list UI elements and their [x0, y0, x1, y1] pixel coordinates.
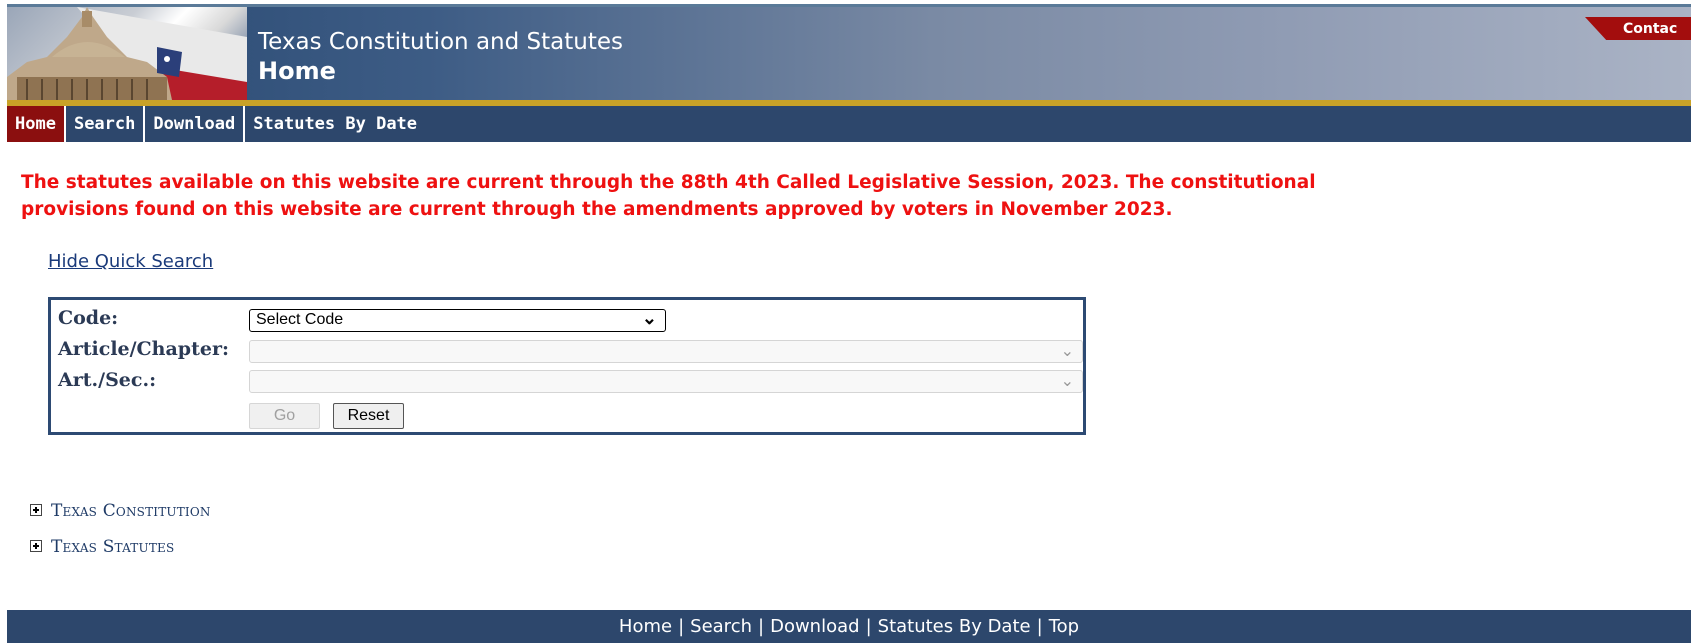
expand-plus-icon[interactable]: [30, 539, 42, 552]
footer-link-top[interactable]: Top: [1049, 616, 1079, 637]
tree-item-label: Texas Statutes: [51, 537, 175, 557]
tree-item-texas-constitution[interactable]: Texas Constitution: [30, 501, 211, 521]
capitol-flag-logo: [7, 7, 247, 100]
footer-link-home[interactable]: Home: [619, 616, 672, 637]
quick-search-panel: Code: Select Code ⌄ Article/Chapter: ⌄ A…: [48, 297, 1086, 435]
footer-link-download[interactable]: Download: [770, 616, 859, 637]
article-chapter-label: Article/Chapter:: [58, 338, 229, 360]
page-title: Home: [258, 57, 336, 85]
main-nav: Home Search Download Statutes By Date: [7, 106, 1691, 142]
hide-quick-search-link[interactable]: Hide Quick Search: [48, 251, 213, 272]
expand-plus-icon[interactable]: [30, 503, 42, 516]
site-header: Texas Constitution and Statutes Home Con…: [7, 7, 1691, 100]
site-title: Texas Constitution and Statutes: [258, 29, 623, 55]
chevron-down-icon: ⌄: [1060, 343, 1074, 360]
go-button[interactable]: Go: [249, 403, 320, 429]
nav-statutes-by-date[interactable]: Statutes By Date: [245, 106, 425, 142]
footer-link-search[interactable]: Search: [690, 616, 752, 637]
currency-notice: The statutes available on this website a…: [21, 172, 1316, 220]
chevron-down-icon: ⌄: [641, 308, 657, 328]
code-label: Code:: [58, 307, 119, 329]
nav-search[interactable]: Search: [66, 106, 146, 142]
tree-item-label: Texas Constitution: [51, 501, 211, 521]
code-select[interactable]: Select Code ⌄: [249, 308, 666, 332]
footer-separator: |: [865, 616, 872, 637]
contact-label: Contac: [1623, 21, 1678, 37]
contact-tab[interactable]: Contac: [1585, 17, 1691, 40]
chevron-down-icon: ⌄: [1060, 373, 1074, 390]
site-footer: Home | Search | Download | Statutes By Date | To…: [7, 610, 1691, 643]
footer-separator: |: [678, 616, 685, 637]
nav-home[interactable]: Home: [7, 106, 66, 142]
article-chapter-select[interactable]: ⌄: [249, 340, 1083, 363]
art-sec-select[interactable]: ⌄: [249, 370, 1083, 393]
nav-download[interactable]: Download: [145, 106, 246, 142]
footer-separator: |: [1036, 616, 1043, 637]
footer-separator: |: [758, 616, 765, 637]
reset-button[interactable]: Reset: [333, 403, 404, 429]
code-select-value: Select Code: [256, 311, 344, 328]
footer-link-statutes-by-date[interactable]: Statutes By Date: [878, 616, 1031, 637]
tree-item-texas-statutes[interactable]: Texas Statutes: [30, 537, 174, 557]
art-sec-label: Art./Sec.:: [58, 369, 157, 391]
